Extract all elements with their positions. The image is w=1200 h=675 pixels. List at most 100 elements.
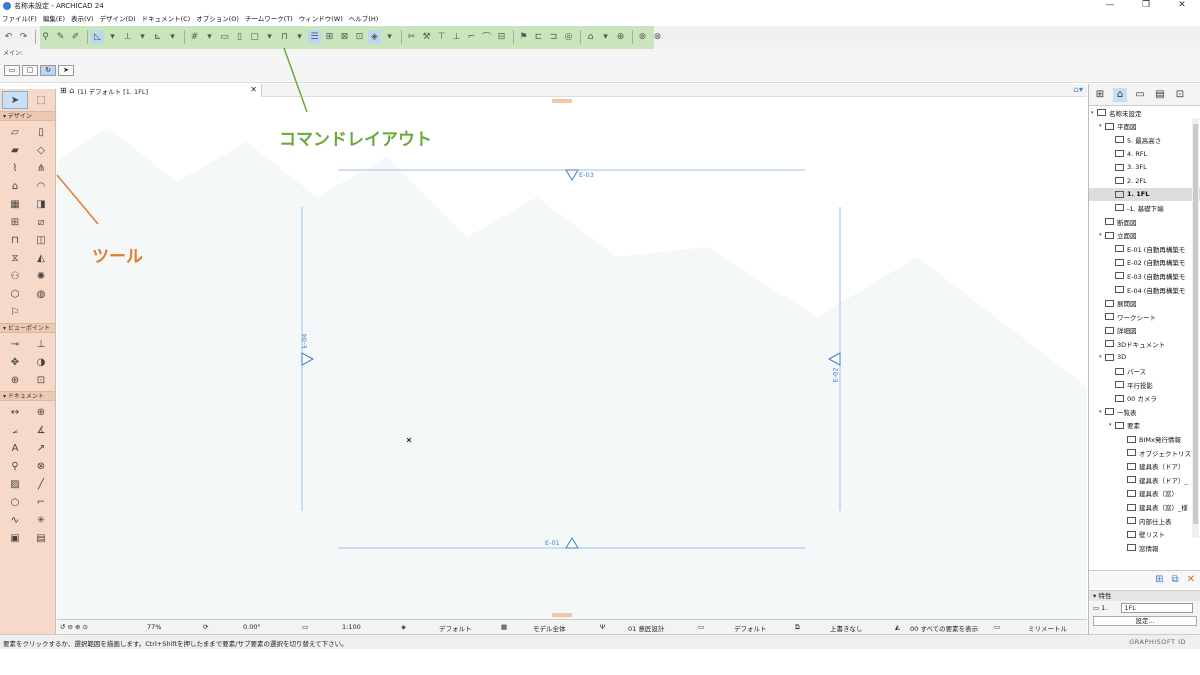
navigator-item[interactable]: 5. 最高高さ bbox=[1089, 133, 1200, 147]
pick-up-parameters-icon[interactable]: ⚲ bbox=[39, 30, 52, 44]
tab-floor-plan[interactable]: ⊞ ⌂ (1) デフォルト [1. 1FL] ✕ bbox=[57, 84, 262, 97]
settings-button[interactable]: 設定... bbox=[1093, 616, 1197, 626]
navigator-item[interactable]: 2. 2FL bbox=[1089, 174, 1200, 188]
elevation-tool-icon[interactable]: ⊥ bbox=[28, 335, 54, 353]
drawing-canvas[interactable]: E-03 E-01 E-04 E-02 bbox=[57, 97, 1087, 619]
navigator-item[interactable]: ▾ 要素 bbox=[1089, 419, 1200, 433]
zoom-controls-icon[interactable]: ↺ ⊖ ⊕ ⊙ bbox=[60, 623, 88, 631]
dimension-tool-icon[interactable]: ↔ bbox=[2, 403, 28, 421]
navigator-item[interactable]: 壁リスト bbox=[1089, 527, 1200, 541]
figure-tool-icon[interactable]: ▣ bbox=[2, 529, 28, 547]
dimension-value[interactable]: デフォルト bbox=[734, 623, 767, 633]
toolbox-section-viewpoint[interactable]: ▾ ビューポイント bbox=[0, 323, 55, 333]
rotation-angle-value[interactable]: 0.00° bbox=[243, 623, 261, 631]
align-icon[interactable]: ⊏ bbox=[532, 30, 545, 44]
navigator-item[interactable]: 展開図 bbox=[1089, 296, 1200, 310]
navigator-menu-icon[interactable]: ⊞ bbox=[1093, 88, 1107, 102]
navigator-item[interactable]: 平行投影 bbox=[1089, 378, 1200, 392]
bimcloud-icon[interactable]: ⊗ bbox=[651, 30, 664, 44]
door-tool-icon[interactable]: ◨ bbox=[28, 195, 54, 213]
circle-tool-icon[interactable]: ○ bbox=[2, 493, 28, 511]
window-tool-icon[interactable]: ⊞ bbox=[2, 213, 28, 231]
marquee-tool-icon[interactable]: ⬚ bbox=[28, 91, 54, 109]
navigator-item[interactable]: ▾ 立面図 bbox=[1089, 228, 1200, 242]
view-icon[interactable]: ⌂ bbox=[584, 30, 597, 44]
menu-edit[interactable]: 編集(E) bbox=[43, 13, 65, 23]
offset-icon[interactable]: ⌒ bbox=[480, 30, 493, 44]
send-backward-icon[interactable]: ⊠ bbox=[338, 30, 351, 44]
arrow-pointer-icon[interactable]: ➤ bbox=[58, 65, 74, 76]
change-tool-icon[interactable]: ⊡ bbox=[28, 371, 54, 389]
3d-view-icon[interactable]: ⊡ bbox=[353, 30, 366, 44]
toolbox-section-design[interactable]: ▾ デザイン bbox=[0, 111, 55, 121]
publish-icon[interactable]: ⊕ bbox=[614, 30, 627, 44]
renovation-filter-value[interactable]: 00 すべての要素を表示 bbox=[910, 623, 978, 633]
elevation-label-e04[interactable]: E-04 bbox=[300, 334, 308, 349]
navigator-item[interactable]: 00 カメラ bbox=[1089, 391, 1200, 405]
zoom-value[interactable]: 77% bbox=[147, 623, 161, 631]
sphere-tool-icon[interactable]: ◍ bbox=[28, 285, 54, 303]
group-icon[interactable]: ▯ bbox=[233, 30, 246, 44]
teamwork-icon[interactable]: ⊛ bbox=[636, 30, 649, 44]
properties-header[interactable]: ▾ 特性 bbox=[1089, 591, 1200, 601]
delete-view-icon[interactable]: ✕ bbox=[1187, 574, 1195, 585]
column-tool-icon[interactable]: ▯ bbox=[28, 123, 54, 141]
menu-view[interactable]: 表示(V) bbox=[71, 13, 94, 23]
distribute-icon[interactable]: ⊐ bbox=[547, 30, 560, 44]
curtain-wall-tool-icon[interactable]: ▦ bbox=[2, 195, 28, 213]
close-tab-icon[interactable]: ✕ bbox=[250, 85, 257, 94]
elevation-label-e01[interactable]: E-01 bbox=[545, 539, 560, 547]
navigator-item[interactable]: -1. 基礎下端 bbox=[1089, 201, 1200, 215]
redo-icon[interactable]: ↷ bbox=[17, 30, 30, 44]
flag-icon[interactable]: ⚑ bbox=[517, 30, 530, 44]
graphisoft-id-logo[interactable]: GRAPHISOFT ID bbox=[1129, 638, 1186, 646]
ungroup-icon[interactable]: ▢ bbox=[248, 30, 261, 44]
navigator-item[interactable]: 建具表（窓） bbox=[1089, 487, 1200, 501]
toolbox-section-document[interactable]: ▾ ドキュメント bbox=[0, 391, 55, 401]
elevation-label-e02[interactable]: E-02 bbox=[831, 368, 839, 383]
navigator-item[interactable]: 3. 3FL bbox=[1089, 160, 1200, 174]
navigator-toggle-icon[interactable]: ⌂▾ bbox=[1074, 85, 1083, 94]
lock-icon[interactable]: ⊓ bbox=[278, 30, 291, 44]
skylight-tool-icon[interactable]: ⧄ bbox=[28, 213, 54, 231]
selection-mode-icon[interactable]: ▢ bbox=[22, 65, 38, 76]
pen-set-value[interactable]: 01 意匠設計 bbox=[628, 623, 664, 633]
layer-combination-value[interactable]: デフォルト bbox=[439, 623, 472, 633]
flag-tool-icon[interactable]: ⚐ bbox=[2, 303, 28, 321]
menu-file[interactable]: ファイル(F) bbox=[2, 13, 37, 23]
trim-icon[interactable]: ✂ bbox=[405, 30, 418, 44]
slab-tool-icon[interactable]: ◇ bbox=[28, 141, 54, 159]
close-window-button[interactable]: ✕ bbox=[1164, 0, 1200, 11]
selection-box-icon[interactable]: ▭ bbox=[4, 65, 20, 76]
shell-tool-icon[interactable]: ◠ bbox=[28, 177, 54, 195]
units-value[interactable]: ミリメートル bbox=[1028, 623, 1067, 633]
level-dimension-tool-icon[interactable]: ⊕ bbox=[28, 403, 54, 421]
bring-forward-icon[interactable]: ⊞ bbox=[323, 30, 336, 44]
minimize-button[interactable]: — bbox=[1092, 0, 1128, 11]
morph-tool-icon[interactable]: ⚇ bbox=[2, 267, 28, 285]
navigator-item[interactable]: パース bbox=[1089, 364, 1200, 378]
grid-element-tool-icon[interactable]: ⊗ bbox=[28, 457, 54, 475]
fillet-icon[interactable]: ⌐ bbox=[465, 30, 478, 44]
dropdown-arrow-icon[interactable]: ▾ bbox=[263, 30, 276, 44]
scrollbar-thumb[interactable] bbox=[1193, 124, 1198, 524]
publisher-sets-icon[interactable]: ⊡ bbox=[1173, 88, 1187, 102]
morph-tool-icon[interactable]: ◭ bbox=[28, 249, 54, 267]
navigator-item[interactable]: E-04 (自動再構築モ bbox=[1089, 283, 1200, 297]
navigator-item[interactable]: 1. 1FL bbox=[1089, 187, 1200, 202]
lamp-tool-icon[interactable]: ✺ bbox=[28, 267, 54, 285]
menu-teamwork[interactable]: チームワーク(T) bbox=[245, 13, 293, 23]
label-tool-icon[interactable]: ↗ bbox=[28, 439, 54, 457]
navigator-item[interactable]: E-03 (自動再構築モ bbox=[1089, 269, 1200, 283]
navigator-item[interactable]: ワークシート bbox=[1089, 310, 1200, 324]
adjust-icon[interactable]: ⊤ bbox=[435, 30, 448, 44]
navigator-item[interactable]: 断面図 bbox=[1089, 215, 1200, 229]
fill-tool-icon[interactable]: ▨ bbox=[2, 475, 28, 493]
dropdown-arrow-icon[interactable]: ▾ bbox=[383, 30, 396, 44]
properties-name-field[interactable]: 1FL bbox=[1121, 603, 1194, 613]
navigator-scrollbar[interactable] bbox=[1192, 118, 1199, 538]
line-tool-icon[interactable]: ╱ bbox=[28, 475, 54, 493]
view-map-icon[interactable]: ▭ bbox=[1133, 88, 1147, 102]
new-view-icon[interactable]: ⊞ bbox=[1155, 574, 1163, 585]
navigator-item[interactable]: 窓情報 bbox=[1089, 541, 1200, 555]
